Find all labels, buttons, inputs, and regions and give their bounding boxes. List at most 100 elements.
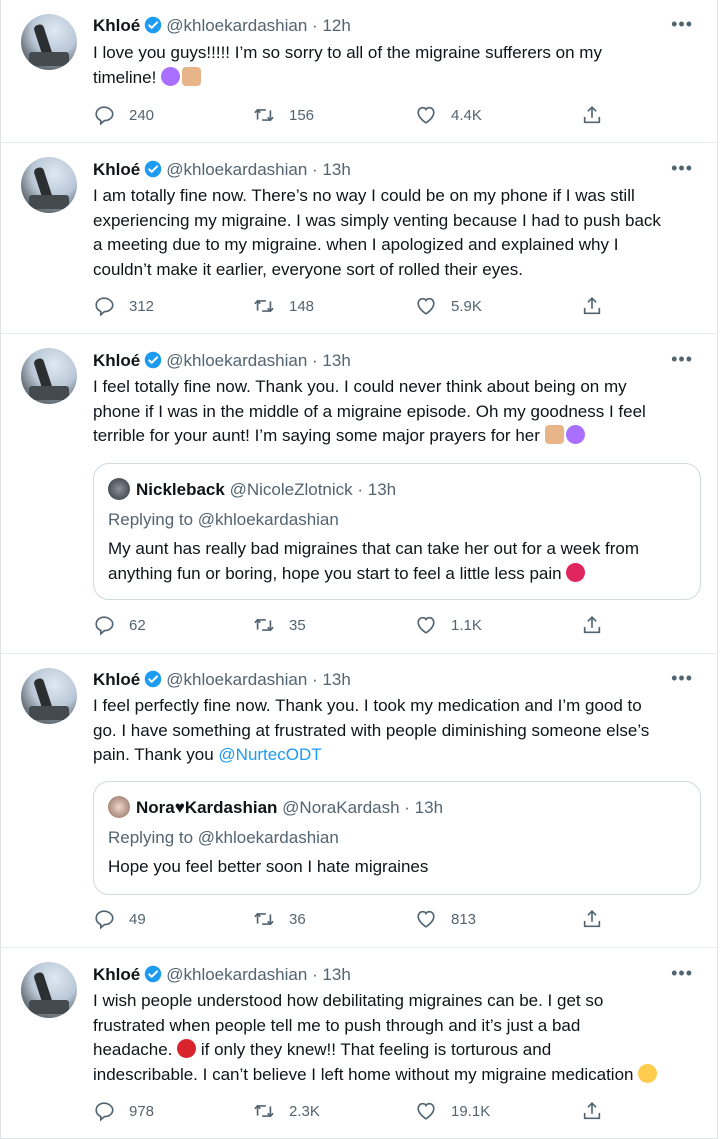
eye-roll-emoji xyxy=(638,1063,658,1083)
quoted-tweet[interactable]: Nickleback @NicoleZlotnick · 13h Replyin… xyxy=(93,463,701,600)
quoted-author-handle: @NoraKardash · 13h xyxy=(282,798,444,817)
tweet[interactable]: Khloé @khloekardashian · 13h ••• I wish p… xyxy=(0,948,718,1139)
quoted-author-handle: @NicoleZlotnick · 13h xyxy=(229,480,397,499)
angry-face-emoji xyxy=(177,1039,197,1058)
avatar[interactable] xyxy=(21,348,77,404)
reply-icon xyxy=(95,616,114,636)
author-handle[interactable]: @khloekardashian xyxy=(166,160,307,179)
tweet-text: I feel totally fine now. Thank you. I co… xyxy=(93,377,646,445)
heart-icon xyxy=(417,1102,435,1120)
reply-button[interactable]: 978 xyxy=(93,1100,154,1122)
reply-button[interactable]: 312 xyxy=(93,295,154,317)
share-icon xyxy=(583,297,601,315)
share-icon xyxy=(583,910,601,928)
verified-badge-icon xyxy=(144,965,162,983)
tweet[interactable]: Khloé @khloekardashian · 13h ••• I feel t… xyxy=(0,334,718,654)
timestamp[interactable]: · 12h xyxy=(312,16,351,35)
tweet-text: I feel perfectly fine now. Thank you. I … xyxy=(93,696,650,764)
retweet-button[interactable]: 36 xyxy=(253,908,306,930)
like-button[interactable]: 4.4K xyxy=(415,104,482,126)
share-icon xyxy=(583,1102,601,1120)
timestamp[interactable]: · 13h xyxy=(312,160,351,179)
retweet-button[interactable]: 148 xyxy=(253,295,314,317)
share-button[interactable] xyxy=(581,1100,617,1122)
more-icon[interactable]: ••• xyxy=(671,668,693,689)
like-button[interactable]: 5.9K xyxy=(415,295,482,317)
avatar[interactable] xyxy=(21,157,77,213)
share-button[interactable] xyxy=(581,908,617,930)
more-icon[interactable]: ••• xyxy=(671,349,693,370)
like-button[interactable]: 1.1K xyxy=(415,614,482,636)
retweet-icon xyxy=(254,299,274,313)
mention-link[interactable]: @NurtecODT xyxy=(218,745,321,764)
tweet-header: Khloé @khloekardashian · 13h xyxy=(93,160,351,180)
replying-to: Replying to @khloekardashian xyxy=(108,828,339,847)
quoted-header: Nickleback @NicoleZlotnick · 13h xyxy=(108,478,396,500)
retweet-icon xyxy=(254,912,274,926)
quoted-text: Hope you feel better soon I hate migrain… xyxy=(108,857,429,876)
retweet-button[interactable]: 35 xyxy=(253,614,306,636)
quoted-tweet[interactable]: Nora♥Kardashian @NoraKardash · 13h Reply… xyxy=(93,781,701,895)
timestamp[interactable]: · 13h xyxy=(312,351,351,370)
tweet-text: I love you guys!!!!! I’m so sorry to all… xyxy=(93,43,602,87)
purple-heart-emoji xyxy=(565,425,585,444)
quoted-author-name: Nora♥Kardashian xyxy=(136,798,278,817)
share-button[interactable] xyxy=(581,614,617,636)
verified-badge-icon xyxy=(144,351,162,369)
author-name[interactable]: Khloé xyxy=(93,16,140,35)
avatar[interactable] xyxy=(21,962,77,1018)
author-handle[interactable]: @khloekardashian xyxy=(166,351,307,370)
verified-badge-icon xyxy=(144,160,162,178)
author-handle[interactable]: @khloekardashian xyxy=(166,965,307,984)
avatar[interactable] xyxy=(21,668,77,724)
timestamp[interactable]: · 13h xyxy=(312,965,351,984)
author-name[interactable]: Khloé xyxy=(93,160,140,179)
tweet-actions: 978 2.3K 19.1K xyxy=(93,1100,613,1124)
share-icon xyxy=(583,106,601,124)
like-button[interactable]: 813 xyxy=(415,908,476,930)
reply-button[interactable]: 49 xyxy=(93,908,146,930)
quoted-avatar xyxy=(108,478,130,500)
replying-to: Replying to @khloekardashian xyxy=(108,510,339,529)
retweet-icon xyxy=(254,618,274,632)
reply-icon xyxy=(95,1102,114,1122)
heart-icon xyxy=(417,910,435,928)
author-handle[interactable]: @khloekardashian xyxy=(166,16,307,35)
quoted-avatar xyxy=(108,796,130,818)
author-name[interactable]: Khloé xyxy=(93,351,140,370)
reply-button[interactable]: 62 xyxy=(93,614,146,636)
heart-icon xyxy=(417,106,435,124)
reply-icon xyxy=(95,106,114,126)
more-icon[interactable]: ••• xyxy=(671,14,693,35)
like-button[interactable]: 19.1K xyxy=(415,1100,490,1122)
heart-emoji xyxy=(566,563,586,582)
tweet-actions: 312 148 5.9K xyxy=(93,295,613,319)
reply-button[interactable]: 240 xyxy=(93,104,154,126)
retweet-icon xyxy=(254,1104,274,1118)
timestamp[interactable]: · 13h xyxy=(312,670,351,689)
tweet[interactable]: Khloé @khloekardashian · 13h ••• I feel p… xyxy=(0,654,718,948)
tweet-header: Khloé @khloekardashian · 13h xyxy=(93,670,351,690)
retweet-button[interactable]: 2.3K xyxy=(253,1100,320,1122)
purple-heart-emoji xyxy=(161,66,181,86)
tweet-header: Khloé @khloekardashian · 13h xyxy=(93,965,351,985)
tweet-text: I wish people understood how debilitatin… xyxy=(93,989,699,1087)
author-name[interactable]: Khloé xyxy=(93,965,140,984)
tweet-header: Khloé @khloekardashian · 12h xyxy=(93,16,351,36)
folded-hands-emoji xyxy=(544,425,564,444)
share-button[interactable] xyxy=(581,104,617,126)
tweet[interactable]: Khloé @khloekardashian · 12h ••• I love y… xyxy=(0,0,718,143)
tweet-actions: 49 36 813 xyxy=(93,908,613,932)
retweet-button[interactable]: 156 xyxy=(253,104,314,126)
quoted-text: My aunt has really bad migraines that ca… xyxy=(108,539,640,583)
more-icon[interactable]: ••• xyxy=(671,963,693,984)
tweet[interactable]: Khloé @khloekardashian · 13h ••• I am tot… xyxy=(0,143,718,334)
share-button[interactable] xyxy=(581,295,617,317)
tweet-actions: 62 35 1.1K xyxy=(93,614,613,638)
author-name[interactable]: Khloé xyxy=(93,670,140,689)
author-handle[interactable]: @khloekardashian xyxy=(166,670,307,689)
retweet-icon xyxy=(254,108,274,122)
more-icon[interactable]: ••• xyxy=(671,158,693,179)
avatar[interactable] xyxy=(21,14,77,70)
verified-badge-icon xyxy=(144,16,162,34)
